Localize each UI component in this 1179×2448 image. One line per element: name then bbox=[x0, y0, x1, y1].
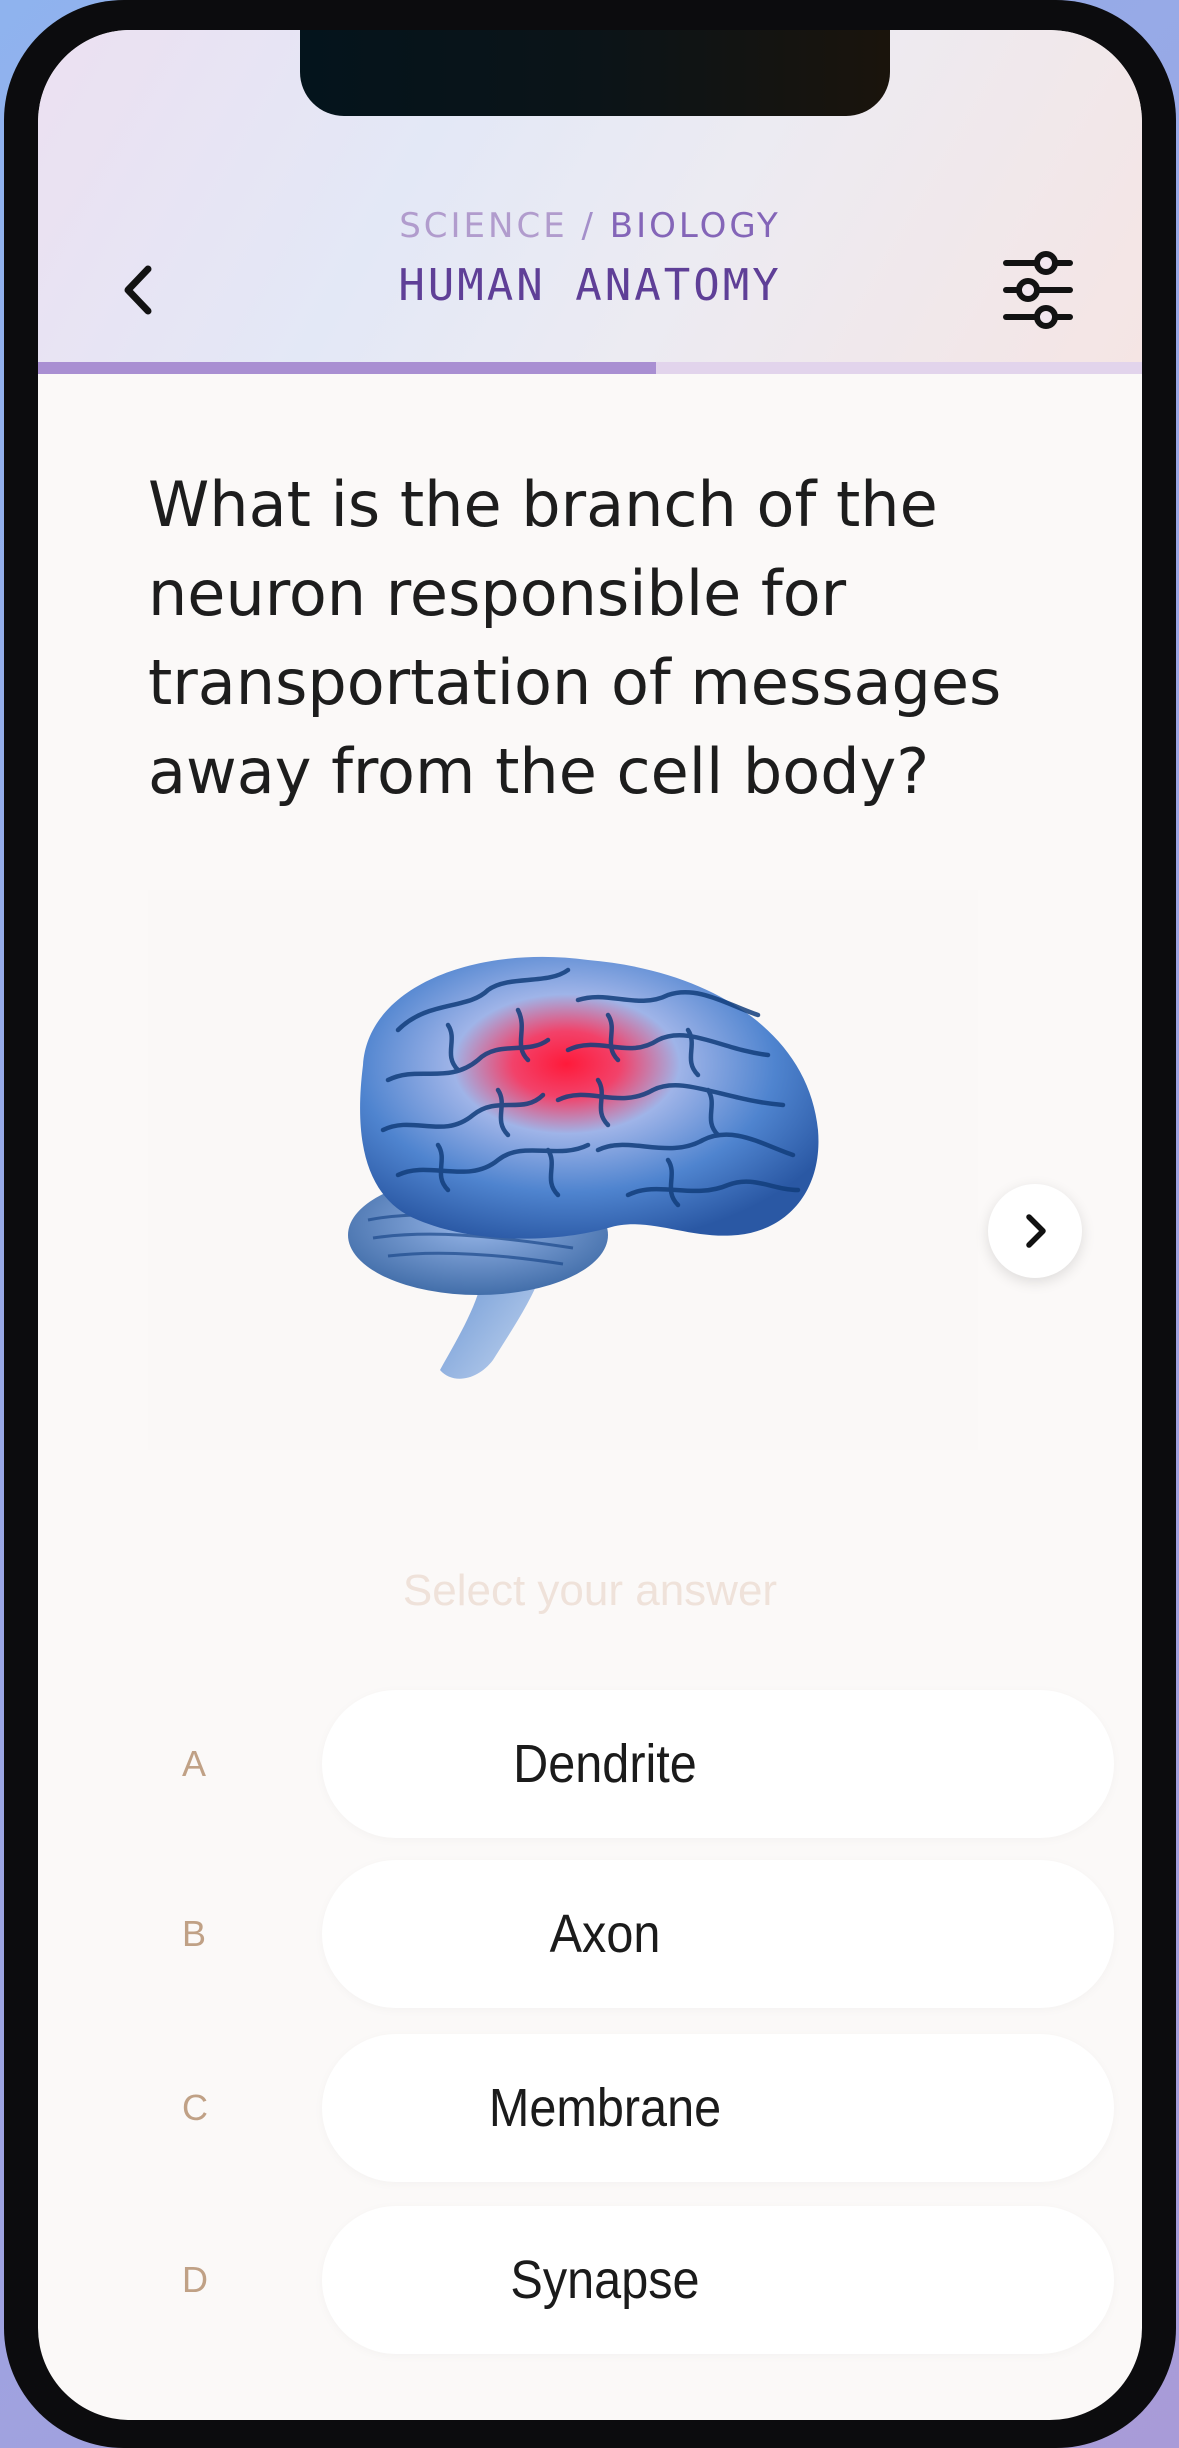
answer-label: Dendrite bbox=[513, 1734, 697, 1794]
page-title: HUMAN ANATOMY bbox=[398, 260, 782, 311]
breadcrumb-current: BIOLOGY bbox=[609, 206, 781, 246]
answer-letter: A bbox=[182, 1743, 207, 1784]
breadcrumb: SCIENCE / BIOLOGY bbox=[38, 206, 1142, 246]
breadcrumb-parent[interactable]: SCIENCE bbox=[399, 206, 568, 246]
quiz-progress-fill bbox=[38, 362, 657, 374]
device-notch bbox=[300, 30, 890, 116]
answer-label: Axon bbox=[549, 1904, 661, 1964]
answer-option-b[interactable]: B Axon bbox=[138, 1860, 1114, 2008]
answer-label: Membrane bbox=[488, 2078, 722, 2138]
filter-settings-button[interactable] bbox=[988, 240, 1088, 340]
select-answer-hint: Select your answer bbox=[402, 1566, 778, 1615]
app-screen: SCIENCE / BIOLOGY HUMAN ANATOMY What is … bbox=[38, 30, 1142, 2420]
chevron-right-icon bbox=[1026, 1214, 1046, 1248]
sliders-icon bbox=[1003, 251, 1073, 329]
answer-option-c[interactable]: C Membrane bbox=[138, 2034, 1114, 2182]
phone-frame: SCIENCE / BIOLOGY HUMAN ANATOMY What is … bbox=[4, 0, 1176, 2448]
brain-illustration bbox=[348, 956, 819, 1379]
answer-label: Synapse bbox=[510, 2250, 700, 2310]
answer-letter: B bbox=[182, 1913, 207, 1954]
answer-option-d[interactable]: D Synapse bbox=[138, 2206, 1114, 2354]
breadcrumb-separator: / bbox=[581, 206, 596, 246]
answer-letter: C bbox=[182, 2087, 208, 2128]
question-image bbox=[148, 890, 978, 1450]
answer-option-a[interactable]: A Dendrite bbox=[138, 1690, 1114, 1838]
next-image-button[interactable] bbox=[988, 1184, 1082, 1278]
question-text: What is the branch of the neuron respons… bbox=[148, 468, 1002, 808]
quiz-progress-bar bbox=[38, 362, 1142, 374]
answer-letter: D bbox=[182, 2259, 208, 2300]
